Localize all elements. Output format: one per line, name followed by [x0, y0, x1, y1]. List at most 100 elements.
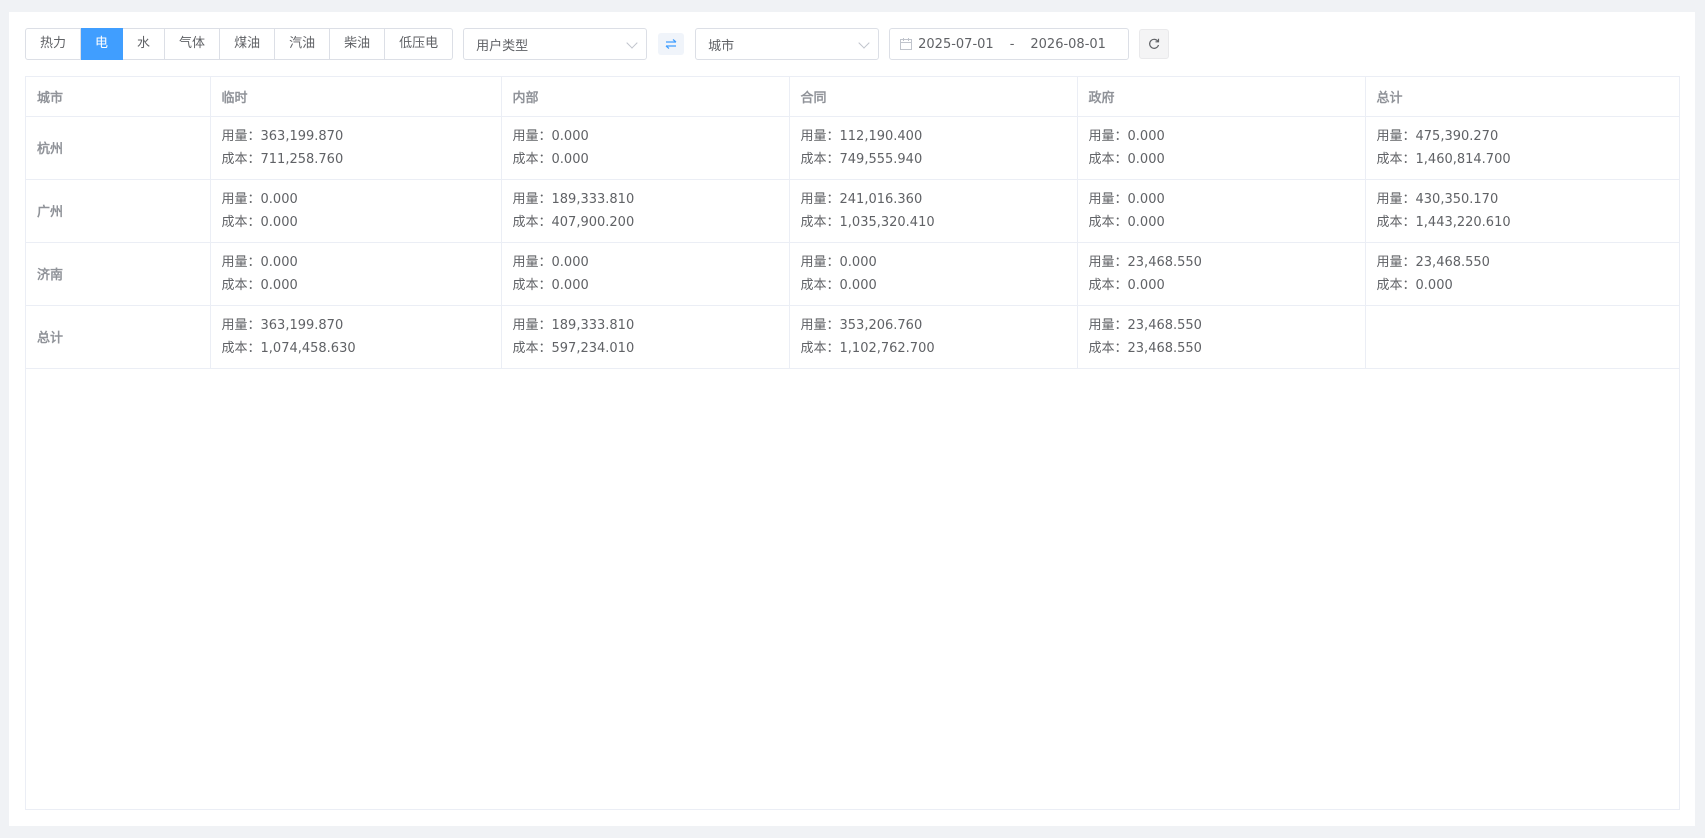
cost-line: 成本：0.000	[1089, 211, 1354, 234]
usage-value: 23,468.550	[1415, 254, 1490, 270]
column-header[interactable]: 内部	[501, 77, 790, 117]
column-header[interactable]: 总计	[1365, 77, 1679, 117]
energy-tab[interactable]: 气体	[165, 28, 221, 60]
cost-value: 1,443,220.610	[1415, 214, 1511, 230]
main-panel: 热力电水气体 煤油 汽油 柴油 低压电 用户类型 城市 2025-07-01 -…	[9, 12, 1695, 826]
cost-value: 1,102,762.700	[839, 340, 935, 356]
usage-label: 用量：	[221, 254, 261, 270]
usage-line: 用量：0.000	[513, 125, 778, 148]
usage-label: 用量：	[1088, 128, 1128, 144]
cost-line: 成本：0.000	[1089, 274, 1354, 297]
cost-label: 成本：	[1376, 277, 1416, 293]
cost-line: 成本：1,460,814.700	[1377, 148, 1669, 171]
cost-label: 成本：	[1376, 214, 1416, 230]
cost-label: 成本：	[800, 151, 840, 167]
date-separator: -	[1009, 36, 1015, 52]
refresh-icon	[1149, 38, 1160, 49]
cost-line: 成本：407,900.200	[513, 211, 778, 234]
value-cell: 用量：189,333.810 成本：597,234.010	[501, 305, 790, 369]
date-end[interactable]: 2026-08-01	[1030, 37, 1106, 52]
cost-line: 成本：0.000	[222, 274, 490, 297]
energy-tab[interactable]: 热力	[25, 28, 82, 60]
cost-line: 成本：0.000	[801, 274, 1066, 297]
cost-value: 749,555.940	[839, 151, 923, 167]
cost-value: 0.000	[260, 277, 298, 293]
date-start[interactable]: 2025-07-01	[918, 37, 994, 52]
energy-tab[interactable]: 电	[81, 28, 124, 60]
cost-line: 成本：749,555.940	[801, 148, 1066, 171]
cost-line: 成本：1,035,320.410	[801, 211, 1066, 234]
toolbar: 热力电水气体 煤油 汽油 柴油 低压电 用户类型 城市 2025-07-01 -…	[25, 28, 1170, 60]
usage-label: 用量：	[221, 317, 261, 333]
cost-value: 1,460,814.700	[1415, 151, 1511, 167]
cost-label: 成本：	[512, 277, 552, 293]
usage-value: 112,190.400	[839, 128, 923, 144]
column-header[interactable]: 政府	[1077, 77, 1366, 117]
usage-line: 用量：363,199.870	[222, 125, 490, 148]
usage-value: 189,333.810	[551, 191, 635, 207]
cost-label: 成本：	[1088, 277, 1128, 293]
refresh-button[interactable]	[1139, 29, 1170, 59]
date-range-picker[interactable]: 2025-07-01 - 2026-08-01	[889, 28, 1130, 60]
value-cell: 用量：363,199.870 成本：711,258.760	[210, 116, 502, 180]
value-cell: 用量：112,190.400 成本：749,555.940	[789, 116, 1078, 180]
value-cell: 用量：0.000 成本：0.000	[1077, 116, 1366, 180]
usage-value: 23,468.550	[1127, 254, 1202, 270]
usage-line: 用量：189,333.810	[513, 188, 778, 211]
energy-tab[interactable]: 低压电	[385, 28, 454, 60]
cost-label: 成本：	[512, 340, 552, 356]
usage-line: 用量：23,468.550	[1089, 251, 1354, 274]
usage-label: 用量：	[221, 128, 261, 144]
energy-tab[interactable]: 汽油	[275, 28, 331, 60]
cost-line: 成本：0.000	[222, 211, 490, 234]
table-row: 广州 用量：0.000 成本：0.000 用量：189,333.810 成本：407,9…	[26, 179, 1679, 243]
usage-line: 用量：430,350.170	[1377, 188, 1669, 211]
usage-line: 用量：0.000	[513, 251, 778, 274]
column-header[interactable]: 合同	[789, 77, 1078, 117]
cost-value: 0.000	[839, 277, 877, 293]
usage-line: 用量：363,199.870	[222, 314, 490, 337]
cost-line: 成本：711,258.760	[222, 148, 490, 171]
cost-label: 成本：	[512, 151, 552, 167]
value-cell: 用量：0.000 成本：0.000	[501, 242, 790, 306]
cost-label: 成本：	[1088, 214, 1128, 230]
cost-line: 成本：597,234.010	[513, 337, 778, 360]
city-cell: 总计	[26, 305, 211, 369]
usage-line: 用量：353,206.760	[801, 314, 1066, 337]
usage-label: 用量：	[800, 317, 840, 333]
usage-label: 用量：	[1376, 191, 1416, 207]
swap-button[interactable]	[658, 33, 685, 55]
cost-value: 0.000	[1127, 277, 1165, 293]
energy-tab[interactable]: 柴油	[330, 28, 386, 60]
usage-value: 0.000	[1127, 191, 1165, 207]
usage-value: 363,199.870	[260, 317, 344, 333]
cost-value: 597,234.010	[551, 340, 635, 356]
value-cell: 用量：353,206.760 成本：1,102,762.700	[789, 305, 1078, 369]
cost-label: 成本：	[800, 214, 840, 230]
column-header[interactable]: 城市	[26, 77, 211, 117]
cost-label: 成本：	[1376, 151, 1416, 167]
energy-tab[interactable]: 水	[123, 28, 166, 60]
user-type-select[interactable]: 用户类型	[463, 28, 648, 60]
value-cell: 用量：475,390.270 成本：1,460,814.700	[1365, 116, 1679, 180]
usage-label: 用量：	[512, 317, 552, 333]
data-table: 城市 临时 内部 合同 政府 总计 杭州 用量：363,199.870 成本：711,258.…	[25, 76, 1680, 810]
usage-label: 用量：	[1376, 254, 1416, 270]
table-row: 济南 用量：0.000 成本：0.000 用量：0.000 成本：0.000 用量：0.0…	[26, 242, 1679, 306]
column-header[interactable]: 临时	[210, 77, 502, 117]
calendar-icon	[900, 38, 913, 50]
usage-line: 用量：475,390.270	[1377, 125, 1669, 148]
cost-value: 0.000	[551, 151, 589, 167]
value-cell: 用量：189,333.810 成本：407,900.200	[501, 179, 790, 243]
cost-value: 0.000	[260, 214, 298, 230]
usage-value: 353,206.760	[839, 317, 923, 333]
usage-label: 用量：	[1088, 254, 1128, 270]
city-cell: 杭州	[26, 116, 211, 180]
energy-tab[interactable]: 煤油	[220, 28, 276, 60]
usage-value: 363,199.870	[260, 128, 344, 144]
usage-line: 用量：0.000	[801, 251, 1066, 274]
usage-line: 用量：0.000	[222, 188, 490, 211]
city-select[interactable]: 城市	[695, 28, 880, 60]
usage-value: 241,016.360	[839, 191, 923, 207]
value-cell: 用量：0.000 成本：0.000	[1077, 179, 1366, 243]
